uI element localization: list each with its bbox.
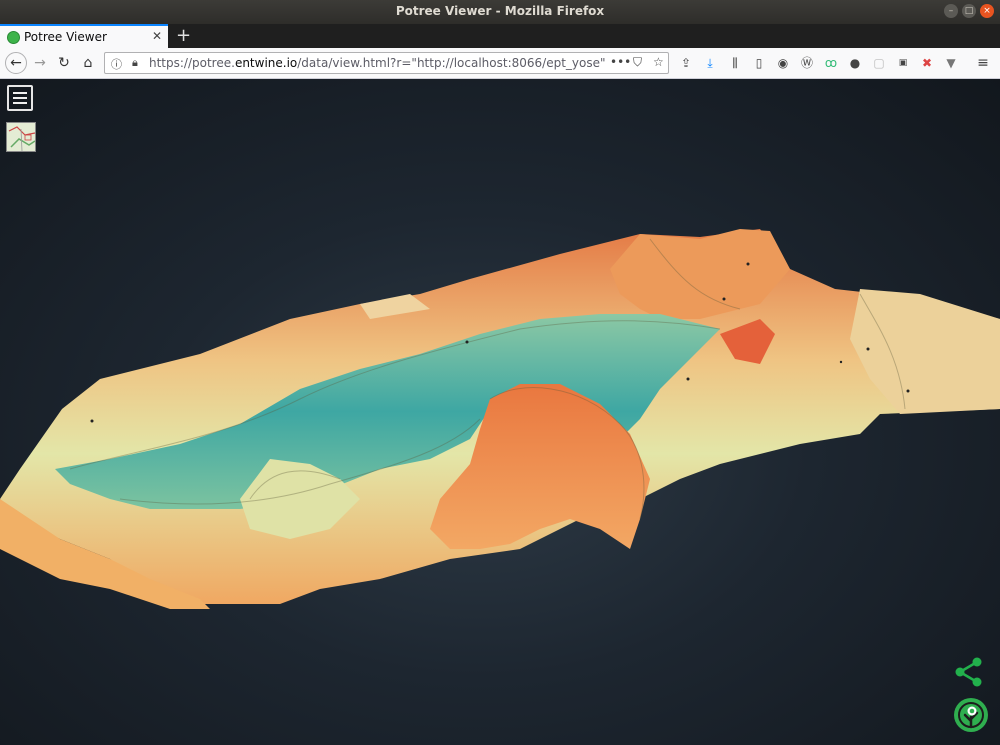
window-title: Potree Viewer - Mozilla Firefox — [395, 4, 605, 18]
tab-strip: Potree Viewer ✕ + — [0, 24, 1000, 48]
extension-icon[interactable]: ◉ — [775, 55, 791, 71]
lock-icon[interactable]: 🔒︎ — [132, 56, 138, 70]
window-titlebar: Potree Viewer - Mozilla Firefox – □ × — [0, 0, 1000, 24]
screenshot-icon[interactable]: ⇪ — [678, 55, 694, 71]
bookmark-star-icon[interactable]: ☆ — [653, 55, 664, 69]
reload-button[interactable]: ↻ — [55, 54, 73, 72]
potree-render-area[interactable] — [0, 79, 1000, 745]
download-icon[interactable]: ⤓ — [702, 55, 718, 71]
account-icon[interactable]: ● — [847, 55, 863, 71]
back-button[interactable]: ← — [5, 52, 27, 74]
blank-extension-icon[interactable]: ▢ — [871, 55, 887, 71]
new-tab-button[interactable]: + — [176, 25, 191, 46]
hamburger-menu-icon[interactable]: ≡ — [975, 55, 991, 71]
maximize-icon[interactable]: □ — [962, 4, 976, 18]
tab-close-icon[interactable]: ✕ — [152, 29, 162, 43]
home-button[interactable]: ⌂ — [79, 54, 97, 72]
vue-devtools-icon[interactable]: ▼ — [943, 55, 959, 71]
tab-title: Potree Viewer — [24, 30, 107, 44]
url-text[interactable]: https://potree.entwine.io/data/view.html… — [149, 56, 606, 70]
site-info-icon[interactable]: ⓘ — [111, 56, 122, 72]
so-extension-icon[interactable]: ▣ — [895, 55, 911, 71]
potree-logo-icon[interactable] — [953, 697, 989, 733]
point-cloud-terrain[interactable] — [0, 79, 1000, 745]
map-thumbnail-icon[interactable] — [6, 122, 36, 152]
close-icon[interactable]: × — [980, 4, 994, 18]
pocket-icon[interactable]: ⛉ — [633, 55, 642, 70]
navigation-toolbar: ← → ↻ ⌂ ⓘ 🔒︎ https://potree.entwine.io/d… — [0, 48, 1000, 79]
page-actions-icon[interactable]: ••• — [610, 55, 631, 69]
minimize-icon[interactable]: – — [944, 4, 958, 18]
close-extension-icon[interactable]: ✖ — [919, 55, 935, 71]
forward-button[interactable]: → — [31, 54, 49, 72]
hamburger-icon — [13, 92, 27, 94]
potree-favicon — [7, 31, 20, 44]
glasses-icon[interactable]: ꝏ — [823, 55, 839, 71]
url-bar[interactable]: ⓘ 🔒︎ https://potree.entwine.io/data/view… — [104, 52, 669, 74]
share-icon[interactable] — [953, 656, 985, 688]
sidebar-menu-button[interactable] — [7, 85, 33, 111]
tab-potree-viewer[interactable]: Potree Viewer ✕ — [0, 24, 168, 48]
sidebar-icon[interactable]: ▯ — [751, 55, 767, 71]
wordpress-icon[interactable]: Ⓦ — [799, 55, 815, 71]
library-icon[interactable]: ⫼ — [727, 55, 743, 71]
